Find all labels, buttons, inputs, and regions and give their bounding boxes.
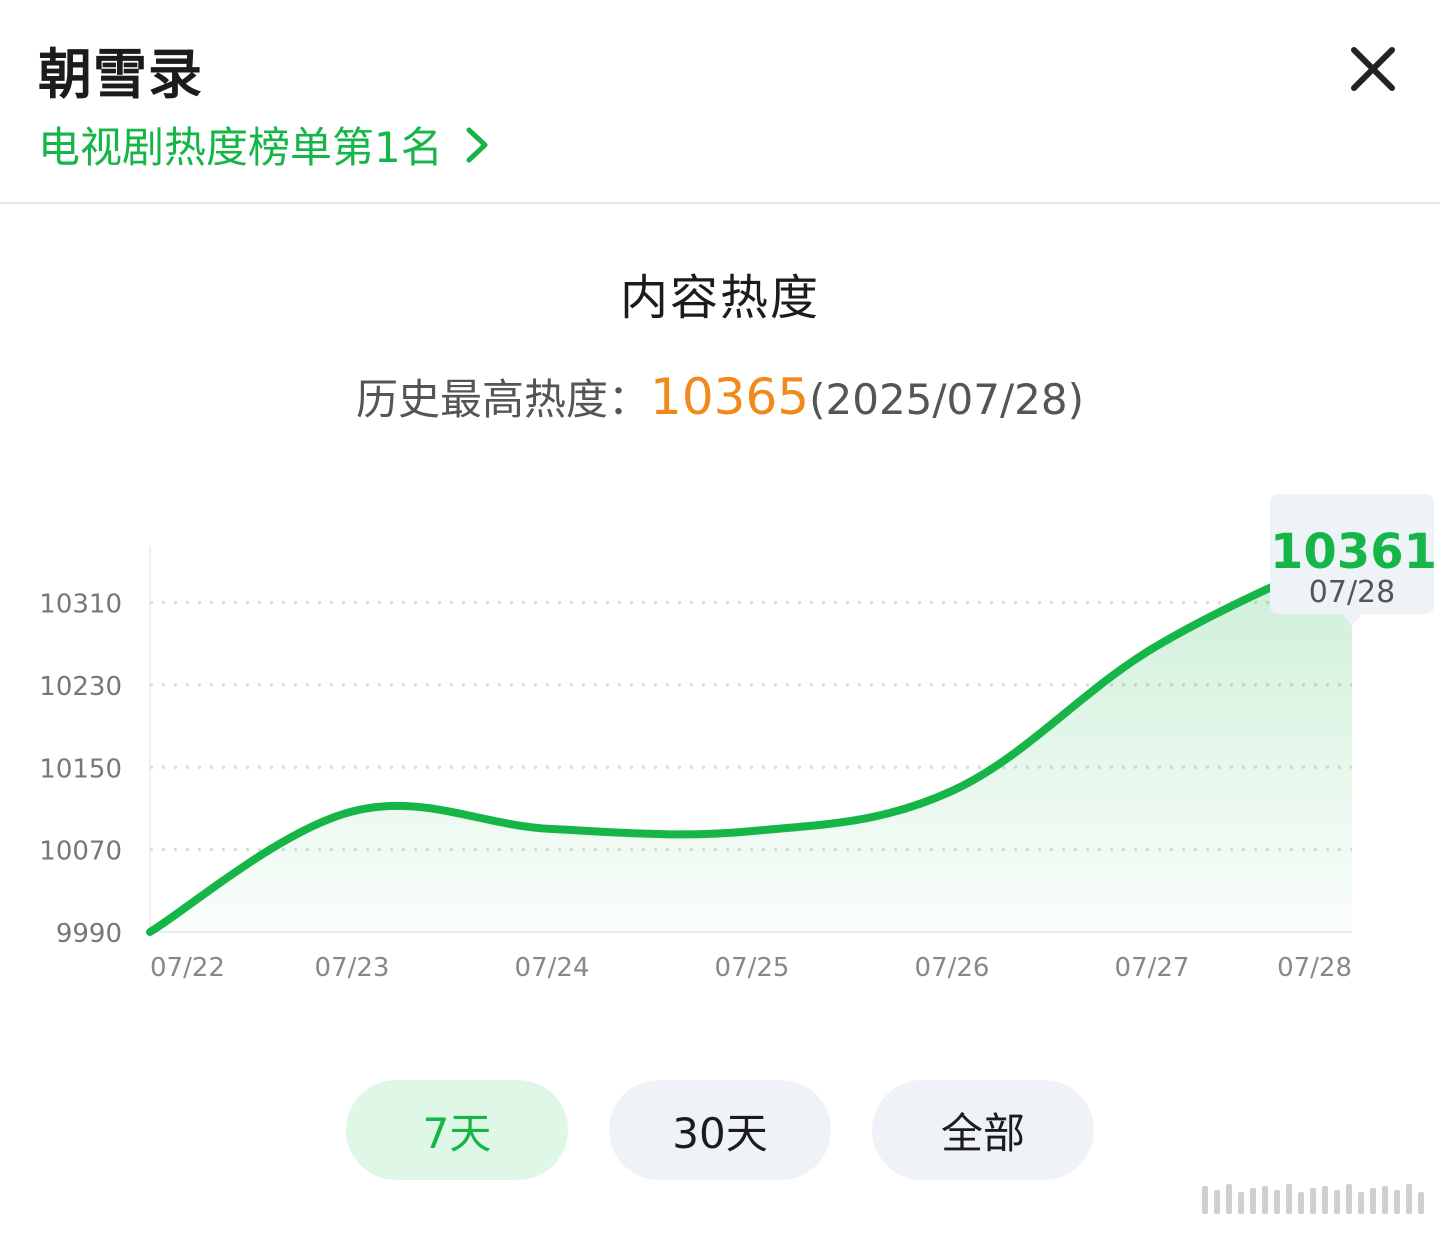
rank-link[interactable]: 电视剧热度榜单第1名 <box>38 114 495 175</box>
x-tick-label: 07/22 <box>150 953 225 983</box>
range-tabs: 7天 30天 全部 <box>0 1080 1440 1180</box>
x-tick-label: 07/25 <box>715 953 790 983</box>
chart-tooltip: 10361 07/28 <box>1270 494 1437 626</box>
y-tick-label: 10310 <box>39 590 122 620</box>
close-icon <box>1351 47 1395 91</box>
x-tick-label: 07/23 <box>315 953 390 983</box>
tab-7-days[interactable]: 7天 <box>346 1080 568 1180</box>
section-title: 内容热度 <box>619 270 820 326</box>
heat-chart: 9990 10070 10150 10230 10310 07/22 07/23 07/24… <box>0 470 1440 1010</box>
tab-all[interactable]: 全部 <box>872 1080 1094 1180</box>
page-title: 朝雪录 <box>38 43 203 106</box>
tab-30-days-label: 30天 <box>672 1108 768 1158</box>
watermark <box>1196 1180 1432 1220</box>
tooltip-value: 10361 <box>1270 524 1437 580</box>
max-heat-line: 历史最高热度：10365(2025/07/28) <box>0 366 1440 427</box>
header: 朝雪录 电视剧热度榜单第1名 <box>0 0 1440 204</box>
y-tick-label: 9990 <box>56 919 122 949</box>
series-area <box>150 550 1352 932</box>
y-tick-label: 10150 <box>39 754 122 784</box>
x-tick-label: 07/28 <box>1277 953 1352 983</box>
heat-chart-svg: 9990 10070 10150 10230 10310 07/22 07/23 07/24… <box>39 535 1367 983</box>
tooltip-date: 07/28 <box>1308 575 1396 610</box>
x-tick-label: 07/24 <box>515 953 590 983</box>
tab-all-label: 全部 <box>940 1108 1025 1158</box>
y-tick-label: 10230 <box>39 672 122 702</box>
max-heat-label: 历史最高热度： <box>356 375 651 424</box>
x-tick-label: 07/27 <box>1115 953 1190 983</box>
y-tick-label: 10070 <box>39 837 122 867</box>
tab-7-days-label: 7天 <box>422 1108 492 1158</box>
x-tick-label: 07/26 <box>915 953 990 983</box>
max-heat-date: (2025/07/28) <box>809 375 1084 424</box>
rank-link-label: 电视剧热度榜单第1名 <box>38 123 443 172</box>
max-heat-value: 10365 <box>650 368 810 426</box>
tab-30-days[interactable]: 30天 <box>609 1080 831 1180</box>
chevron-right-icon <box>459 122 495 168</box>
close-button[interactable] <box>1340 36 1406 102</box>
